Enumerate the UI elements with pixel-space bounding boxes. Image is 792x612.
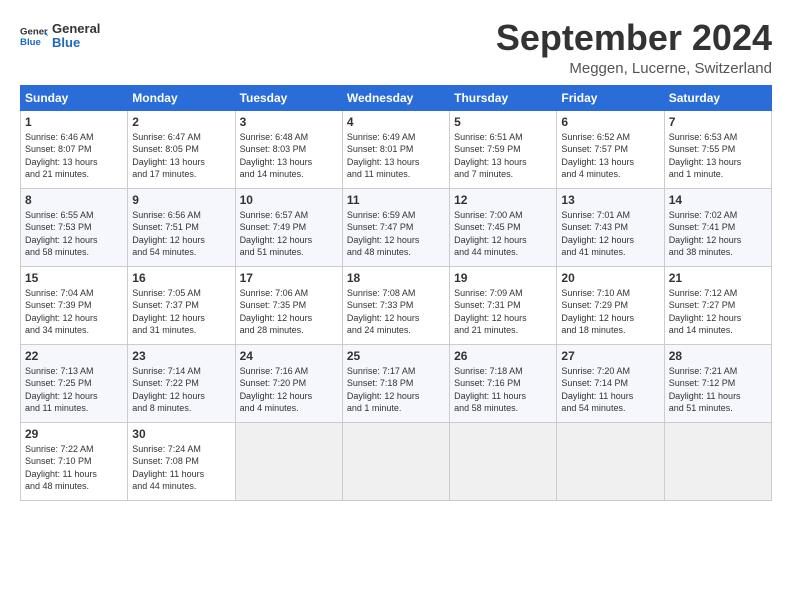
table-row: 19Sunrise: 7:09 AMSunset: 7:31 PMDayligh… xyxy=(450,266,557,344)
col-sunday: Sunday xyxy=(21,85,128,110)
page: General Blue General Blue September 2024… xyxy=(0,0,792,612)
table-row: 30Sunrise: 7:24 AMSunset: 7:08 PMDayligh… xyxy=(128,422,235,500)
logo-icon: General Blue xyxy=(20,22,48,50)
table-row: 7Sunrise: 6:53 AMSunset: 7:55 PMDaylight… xyxy=(664,110,771,188)
logo-line1: General xyxy=(52,22,100,36)
table-row: 8Sunrise: 6:55 AMSunset: 7:53 PMDaylight… xyxy=(21,188,128,266)
header: General Blue General Blue September 2024… xyxy=(20,18,772,77)
svg-text:General: General xyxy=(20,27,48,38)
table-row: 23Sunrise: 7:14 AMSunset: 7:22 PMDayligh… xyxy=(128,344,235,422)
table-row: 11Sunrise: 6:59 AMSunset: 7:47 PMDayligh… xyxy=(342,188,449,266)
col-tuesday: Tuesday xyxy=(235,85,342,110)
table-row: 6Sunrise: 6:52 AMSunset: 7:57 PMDaylight… xyxy=(557,110,664,188)
table-row: 17Sunrise: 7:06 AMSunset: 7:35 PMDayligh… xyxy=(235,266,342,344)
table-row: 27Sunrise: 7:20 AMSunset: 7:14 PMDayligh… xyxy=(557,344,664,422)
col-saturday: Saturday xyxy=(664,85,771,110)
table-row: 16Sunrise: 7:05 AMSunset: 7:37 PMDayligh… xyxy=(128,266,235,344)
table-row: 2Sunrise: 6:47 AMSunset: 8:05 PMDaylight… xyxy=(128,110,235,188)
table-row: 1Sunrise: 6:46 AMSunset: 8:07 PMDaylight… xyxy=(21,110,128,188)
table-row: 3Sunrise: 6:48 AMSunset: 8:03 PMDaylight… xyxy=(235,110,342,188)
table-row: 5Sunrise: 6:51 AMSunset: 7:59 PMDaylight… xyxy=(450,110,557,188)
title-area: September 2024 Meggen, Lucerne, Switzerl… xyxy=(496,18,772,77)
svg-text:Blue: Blue xyxy=(20,37,41,48)
table-row: 18Sunrise: 7:08 AMSunset: 7:33 PMDayligh… xyxy=(342,266,449,344)
table-row: 26Sunrise: 7:18 AMSunset: 7:16 PMDayligh… xyxy=(450,344,557,422)
col-friday: Friday xyxy=(557,85,664,110)
table-row: 21Sunrise: 7:12 AMSunset: 7:27 PMDayligh… xyxy=(664,266,771,344)
table-row: 29Sunrise: 7:22 AMSunset: 7:10 PMDayligh… xyxy=(21,422,128,500)
table-row: 24Sunrise: 7:16 AMSunset: 7:20 PMDayligh… xyxy=(235,344,342,422)
table-row xyxy=(450,422,557,500)
month-title: September 2024 xyxy=(496,18,772,58)
header-row: Sunday Monday Tuesday Wednesday Thursday… xyxy=(21,85,772,110)
table-row: 9Sunrise: 6:56 AMSunset: 7:51 PMDaylight… xyxy=(128,188,235,266)
table-row: 14Sunrise: 7:02 AMSunset: 7:41 PMDayligh… xyxy=(664,188,771,266)
logo-line2: Blue xyxy=(52,36,100,50)
logo-area: General Blue General Blue xyxy=(20,22,100,51)
location: Meggen, Lucerne, Switzerland xyxy=(496,60,772,77)
table-row: 25Sunrise: 7:17 AMSunset: 7:18 PMDayligh… xyxy=(342,344,449,422)
col-monday: Monday xyxy=(128,85,235,110)
table-row: 15Sunrise: 7:04 AMSunset: 7:39 PMDayligh… xyxy=(21,266,128,344)
table-row: 28Sunrise: 7:21 AMSunset: 7:12 PMDayligh… xyxy=(664,344,771,422)
table-row xyxy=(664,422,771,500)
table-row: 10Sunrise: 6:57 AMSunset: 7:49 PMDayligh… xyxy=(235,188,342,266)
table-row: 13Sunrise: 7:01 AMSunset: 7:43 PMDayligh… xyxy=(557,188,664,266)
col-wednesday: Wednesday xyxy=(342,85,449,110)
table-row: 4Sunrise: 6:49 AMSunset: 8:01 PMDaylight… xyxy=(342,110,449,188)
table-row xyxy=(342,422,449,500)
table-row: 22Sunrise: 7:13 AMSunset: 7:25 PMDayligh… xyxy=(21,344,128,422)
table-row: 20Sunrise: 7:10 AMSunset: 7:29 PMDayligh… xyxy=(557,266,664,344)
table-row xyxy=(235,422,342,500)
calendar-table: Sunday Monday Tuesday Wednesday Thursday… xyxy=(20,85,772,501)
table-row: 12Sunrise: 7:00 AMSunset: 7:45 PMDayligh… xyxy=(450,188,557,266)
table-row xyxy=(557,422,664,500)
col-thursday: Thursday xyxy=(450,85,557,110)
